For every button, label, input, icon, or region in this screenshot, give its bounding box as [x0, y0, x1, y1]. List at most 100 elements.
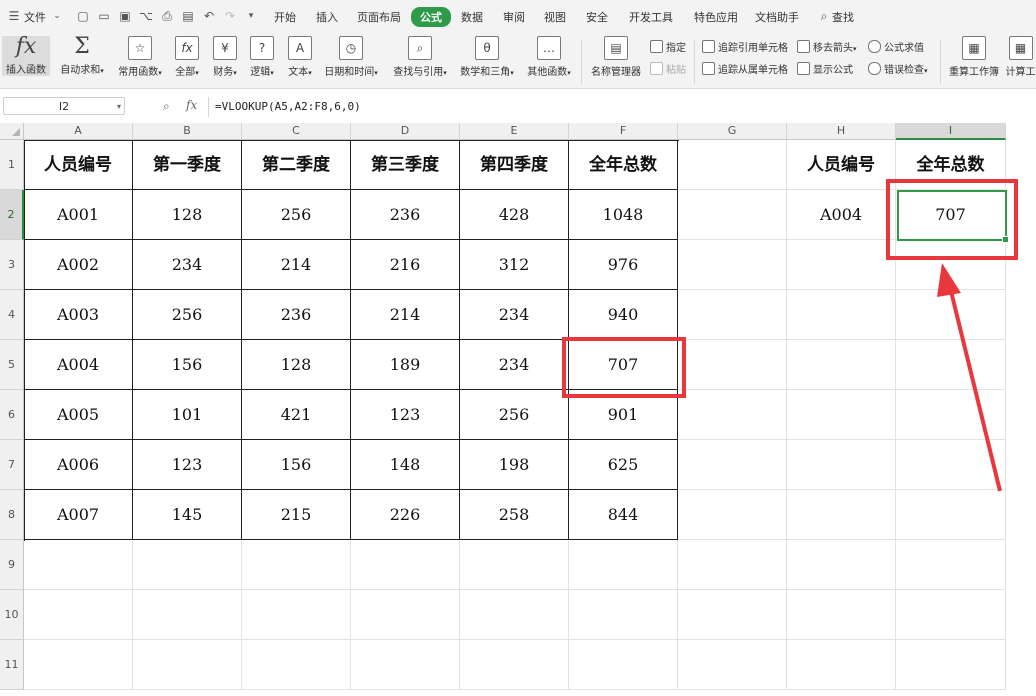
lookup-reference-button[interactable]: ⌕ 查找与引用▾: [389, 36, 451, 78]
name-box[interactable]: I2 ▾: [3, 97, 125, 115]
cell[interactable]: [351, 640, 460, 690]
tab-view[interactable]: 视图: [544, 9, 566, 25]
table-cell[interactable]: 901: [569, 390, 678, 440]
cell[interactable]: [242, 540, 351, 590]
cell[interactable]: [133, 590, 242, 640]
tab-insert[interactable]: 插入: [316, 9, 338, 25]
print-icon[interactable]: ⎙: [160, 9, 174, 23]
table-cell[interactable]: 145: [133, 490, 242, 540]
cell[interactable]: [896, 390, 1006, 440]
table-header-cell[interactable]: 第二季度: [242, 140, 351, 190]
table-cell[interactable]: 844: [569, 490, 678, 540]
search-label[interactable]: 查找: [832, 9, 854, 25]
date-time-button[interactable]: ◷ 日期和时间▾: [322, 36, 380, 78]
cell[interactable]: [678, 240, 787, 290]
table-cell[interactable]: 101: [133, 390, 242, 440]
cell[interactable]: [24, 640, 133, 690]
table-cell[interactable]: 258: [460, 490, 569, 540]
cell[interactable]: [787, 440, 896, 490]
column-header-b[interactable]: B: [133, 123, 242, 140]
row-header-7[interactable]: 7: [0, 440, 24, 490]
chevron-down-icon[interactable]: ▾: [117, 98, 121, 116]
row-header-10[interactable]: 10: [0, 590, 24, 640]
row-header-2[interactable]: 2: [0, 190, 24, 240]
text-functions-button[interactable]: A 文本▾: [285, 36, 315, 78]
table-cell[interactable]: 128: [133, 190, 242, 240]
redo-icon[interactable]: ↷: [223, 9, 237, 23]
table-cell[interactable]: 428: [460, 190, 569, 240]
cell[interactable]: [678, 440, 787, 490]
evaluate-formula-button[interactable]: 公式求值: [868, 39, 924, 54]
cell[interactable]: [569, 540, 678, 590]
table-header-cell[interactable]: 人员编号: [24, 140, 133, 190]
cell[interactable]: [896, 340, 1006, 390]
column-header-i[interactable]: I: [896, 123, 1006, 140]
tab-formulas[interactable]: 公式: [411, 7, 451, 27]
search-icon[interactable]: ⌕: [817, 9, 831, 23]
cell[interactable]: [678, 640, 787, 690]
cell[interactable]: [133, 540, 242, 590]
tab-home[interactable]: 开始: [274, 9, 296, 25]
table-cell[interactable]: 189: [351, 340, 460, 390]
table-cell[interactable]: 312: [460, 240, 569, 290]
cell[interactable]: [678, 190, 787, 240]
table-cell[interactable]: A005: [24, 390, 133, 440]
cell[interactable]: [24, 540, 133, 590]
row-header-11[interactable]: 11: [0, 640, 24, 690]
cell[interactable]: [678, 490, 787, 540]
all-functions-button[interactable]: fx 全部▾: [172, 36, 202, 78]
new-doc-icon[interactable]: ▢: [76, 9, 90, 23]
cell[interactable]: [569, 640, 678, 690]
table-cell[interactable]: 256: [133, 290, 242, 340]
table-cell[interactable]: A007: [24, 490, 133, 540]
other-functions-button[interactable]: … 其他函数▾: [524, 36, 574, 78]
cell[interactable]: [678, 540, 787, 590]
table-cell[interactable]: 226: [351, 490, 460, 540]
table-cell[interactable]: 234: [133, 240, 242, 290]
table-cell[interactable]: A001: [24, 190, 133, 240]
cell[interactable]: [787, 590, 896, 640]
table-cell[interactable]: 234: [460, 290, 569, 340]
cell[interactable]: [460, 590, 569, 640]
hamburger-icon[interactable]: ☰: [7, 9, 21, 23]
column-header-h[interactable]: H: [787, 123, 896, 140]
cell[interactable]: [787, 540, 896, 590]
row-header-4[interactable]: 4: [0, 290, 24, 340]
formula-input[interactable]: =VLOOKUP(A5,A2:F8,6,0): [208, 97, 1036, 117]
fx-icon[interactable]: fx: [186, 98, 197, 112]
cell[interactable]: [678, 140, 787, 190]
row-header-8[interactable]: 8: [0, 490, 24, 540]
table-cell[interactable]: 148: [351, 440, 460, 490]
table-cell[interactable]: 1048: [569, 190, 678, 240]
table-cell[interactable]: 156: [242, 440, 351, 490]
cell[interactable]: [787, 340, 896, 390]
format-painter-icon[interactable]: ⌥: [139, 9, 153, 23]
cell[interactable]: [351, 590, 460, 640]
open-folder-icon[interactable]: ▭: [97, 9, 111, 23]
cell[interactable]: [460, 640, 569, 690]
column-header-c[interactable]: C: [242, 123, 351, 140]
table-cell[interactable]: 976: [569, 240, 678, 290]
name-manager-button[interactable]: ▤ 名称管理器: [589, 36, 643, 78]
paste-button[interactable]: 粘贴: [650, 61, 686, 76]
tab-data[interactable]: 数据: [461, 9, 483, 25]
row-header-3[interactable]: 3: [0, 240, 24, 290]
table-header-cell[interactable]: 第三季度: [351, 140, 460, 190]
insert-function-button[interactable]: fx 插入函数: [2, 36, 50, 76]
trace-dependents-button[interactable]: 追踪从属单元格: [702, 61, 788, 76]
math-trig-button[interactable]: θ 数学和三角▾: [457, 36, 517, 78]
column-header-g[interactable]: G: [678, 123, 787, 140]
autosum-button[interactable]: Σ 自动求和▾: [57, 36, 107, 77]
show-formulas-button[interactable]: 显示公式: [797, 61, 853, 76]
cell[interactable]: [678, 290, 787, 340]
cell[interactable]: [351, 540, 460, 590]
error-check-button[interactable]: 错误检查▾: [868, 61, 928, 76]
recalc-workbook-button[interactable]: ▦ 重算工作簿: [947, 36, 1001, 78]
cell[interactable]: [896, 440, 1006, 490]
undo-icon[interactable]: ↶: [202, 9, 216, 23]
calculate-button[interactable]: ▦ 计算工: [1005, 36, 1036, 78]
table-cell[interactable]: 215: [242, 490, 351, 540]
column-header-e[interactable]: E: [460, 123, 569, 140]
row-header-9[interactable]: 9: [0, 540, 24, 590]
customize-dropdown-icon[interactable]: ▾: [244, 9, 258, 23]
